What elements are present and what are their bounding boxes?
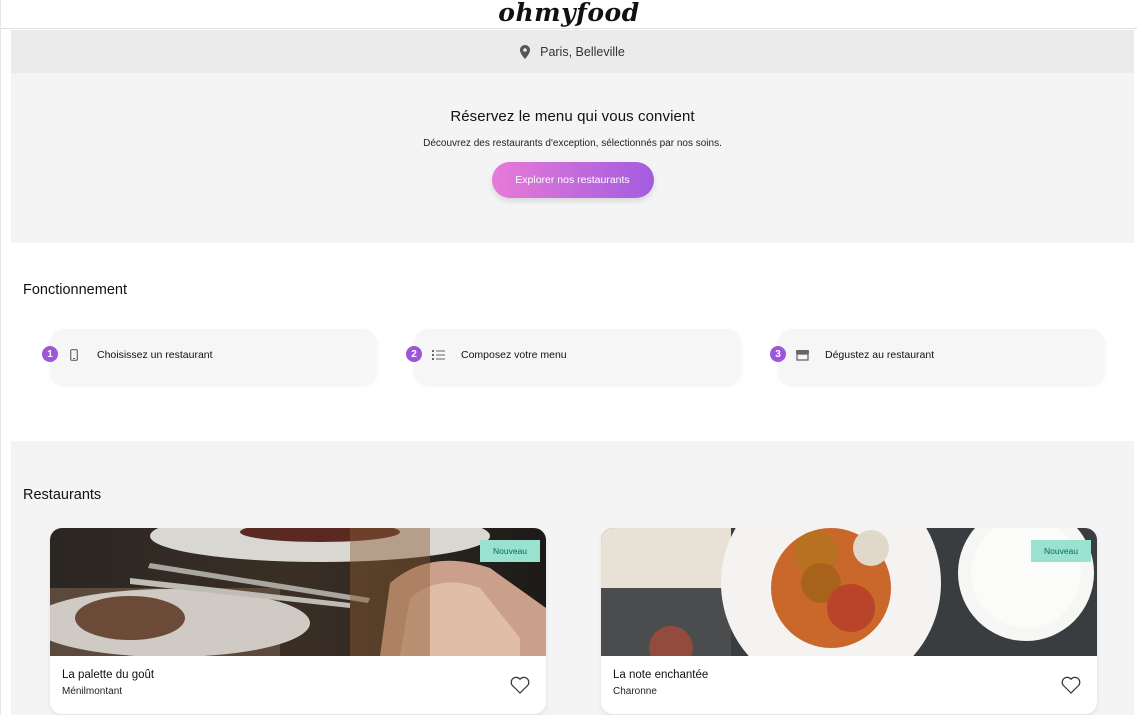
step-enjoy-restaurant: 3 Dégustez au restaurant	[770, 329, 1105, 384]
restaurant-name: La note enchantée	[613, 669, 709, 681]
restaurants-section: Restaurants Nouveau La palette du goût M…	[11, 441, 1134, 715]
header: ohmyfood	[1, 0, 1137, 29]
step-label: Composez votre menu	[461, 349, 567, 361]
restaurants-title: Restaurants	[23, 487, 102, 503]
logo[interactable]: ohmyfood	[498, 0, 639, 27]
restaurant-photo: Nouveau	[50, 528, 546, 656]
step-number: 3	[770, 346, 786, 362]
restaurant-area: Ménilmontant	[62, 686, 123, 697]
hero: Réservez le menu qui vous convient Décou…	[11, 73, 1134, 243]
smartphone-icon	[67, 348, 81, 362]
heart-icon[interactable]	[1061, 676, 1081, 694]
restaurant-card[interactable]: Nouveau La palette du goût Ménilmontant	[50, 528, 546, 714]
location-text: Paris, Belleville	[540, 44, 625, 59]
how-it-works-title: Fonctionnement	[23, 282, 127, 298]
restaurant-area: Charonne	[613, 686, 657, 697]
new-badge: Nouveau	[480, 540, 540, 562]
step-label: Choisissez un restaurant	[97, 349, 213, 361]
storefront-icon	[795, 348, 809, 362]
hero-title: Réservez le menu qui vous convient	[450, 108, 695, 125]
restaurant-card[interactable]: Nouveau La note enchantée Charonne	[601, 528, 1097, 714]
map-pin-icon	[520, 44, 531, 59]
step-compose-menu: 2 Composez votre menu	[406, 329, 741, 384]
explore-restaurants-button[interactable]: Explorer nos restaurants	[491, 162, 654, 198]
location-bar: Paris, Belleville	[11, 30, 1134, 73]
step-label: Dégustez au restaurant	[825, 349, 935, 361]
list-icon	[431, 348, 445, 362]
step-number: 1	[42, 346, 58, 362]
hero-subtitle: Découvrez des restaurants d'exception, s…	[423, 138, 722, 149]
restaurant-name: La palette du goût	[62, 669, 155, 681]
step-choose-restaurant: 1 Choisissez un restaurant	[42, 329, 377, 384]
page: ohmyfood Paris, Belleville Réservez le m…	[0, 0, 1137, 715]
steps: 1 Choisissez un restaurant 2 Composez vo…	[1, 329, 1137, 385]
new-badge: Nouveau	[1031, 540, 1091, 562]
step-number: 2	[406, 346, 422, 362]
restaurant-photo: Nouveau	[601, 528, 1097, 656]
heart-icon[interactable]	[510, 676, 530, 694]
